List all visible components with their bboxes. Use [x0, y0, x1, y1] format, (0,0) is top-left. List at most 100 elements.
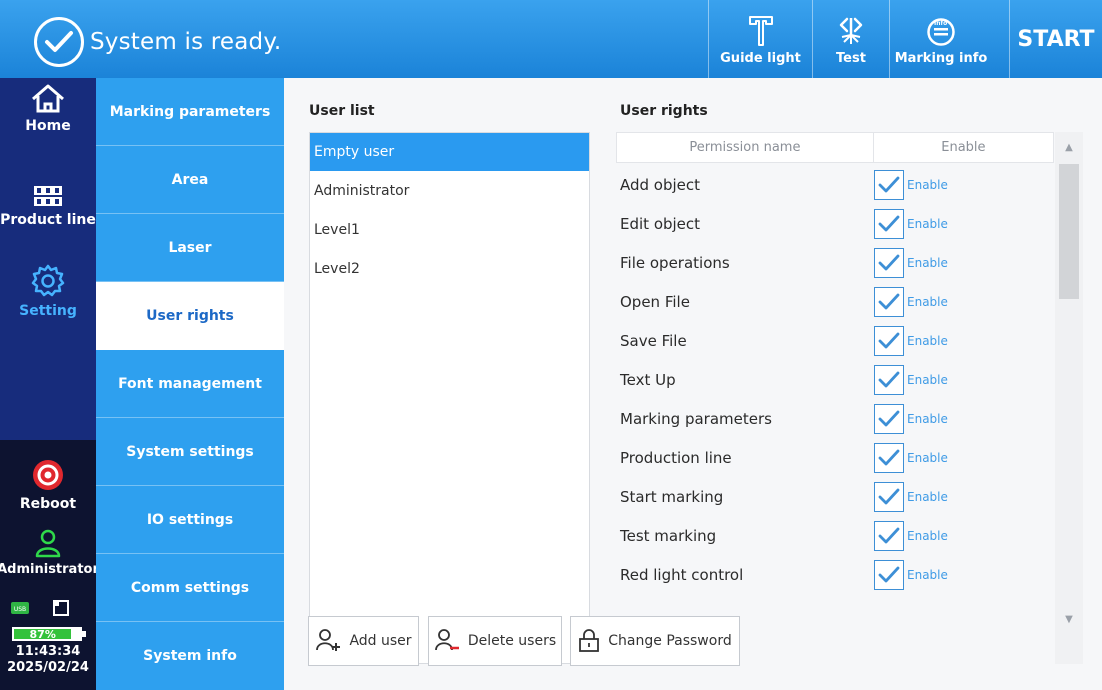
scroll-thumb[interactable] [1059, 164, 1079, 299]
permission-enable[interactable]: Enable [874, 364, 948, 395]
nav-home[interactable]: Home [0, 84, 96, 134]
menu-user-rights[interactable]: User rights [96, 282, 284, 350]
add-user-icon [316, 629, 341, 651]
home-icon [32, 84, 64, 113]
permission-name: Marking parameters [620, 409, 772, 428]
enable-label: Enable [907, 489, 948, 504]
permission-enable[interactable]: Enable [874, 403, 948, 434]
user-rights-panel: User list User rights Empty user Adminis… [284, 78, 1102, 690]
menu-system-settings[interactable]: System settings [96, 418, 284, 486]
current-user[interactable]: Administrator [0, 528, 99, 577]
enable-checkbox[interactable] [874, 208, 904, 239]
guide-light-icon [748, 16, 773, 46]
permission-enable[interactable]: Enable [874, 442, 948, 473]
enable-checkbox[interactable] [874, 403, 904, 434]
permission-name: Open File [620, 292, 690, 311]
checkmark-icon [878, 176, 900, 194]
battery-cap [82, 631, 86, 637]
permission-enable[interactable]: Enable [874, 247, 948, 278]
user-list-title: User list [309, 103, 375, 119]
permissions-table: Permission name Enable Add object Enable E… [616, 132, 1054, 664]
permission-row: Text Up Enable [616, 360, 1054, 399]
enable-label: Enable [907, 294, 948, 309]
enable-label: Enable [907, 216, 948, 231]
enable-checkbox[interactable] [874, 520, 904, 551]
permission-row: Start marking Enable [616, 477, 1054, 516]
nav-setting[interactable]: Setting [0, 263, 96, 319]
permission-row: Save File Enable [616, 321, 1054, 360]
permission-row: Production line Enable [616, 438, 1054, 477]
permission-name: Test marking [620, 526, 717, 545]
marking-info-button[interactable]: Marking info [890, 0, 992, 78]
enable-checkbox[interactable] [874, 481, 904, 512]
menu-comm-settings[interactable]: Comm settings [96, 554, 284, 622]
enable-label: Enable [907, 333, 948, 348]
add-user-button[interactable]: Add user [308, 616, 419, 666]
permission-name: Production line [620, 448, 732, 467]
enable-label: Enable [907, 255, 948, 270]
checkmark-icon [878, 449, 900, 467]
permissions-scrollbar[interactable]: ▲ ▼ [1055, 132, 1083, 664]
change-password-label: Change Password [608, 633, 732, 649]
add-user-label: Add user [349, 633, 412, 649]
permission-enable[interactable]: Enable [874, 286, 948, 317]
battery-indicator: 87% [12, 627, 82, 641]
permission-enable[interactable]: Enable [874, 559, 948, 590]
user-row[interactable]: Empty user [310, 133, 589, 171]
enable-checkbox[interactable] [874, 247, 904, 278]
menu-marking-parameters[interactable]: Marking parameters [96, 78, 284, 146]
scroll-up-arrow-icon[interactable]: ▲ [1055, 132, 1083, 162]
permission-enable[interactable]: Enable [874, 481, 948, 512]
product-line-icon [34, 186, 62, 206]
permission-name: Start marking [620, 487, 724, 506]
permission-row: Red light control Enable [616, 555, 1054, 594]
permission-name: Red light control [620, 565, 744, 584]
delete-users-button[interactable]: Delete users [428, 616, 562, 666]
user-icon [35, 529, 61, 558]
delete-user-icon [434, 629, 459, 651]
permission-enable[interactable]: Enable [874, 169, 948, 200]
enable-checkbox[interactable] [874, 364, 904, 395]
enable-checkbox[interactable] [874, 325, 904, 356]
test-label: Test [836, 51, 866, 66]
menu-system-info[interactable]: System info [96, 622, 284, 690]
user-row[interactable]: Level1 [310, 211, 589, 249]
col-permission-name: Permission name [617, 133, 874, 162]
guide-light-button[interactable]: Guide light [709, 0, 812, 78]
menu-font-management[interactable]: Font management [96, 350, 284, 418]
menu-io-settings[interactable]: IO settings [96, 486, 284, 554]
permission-row: Marking parameters Enable [616, 399, 1054, 438]
marking-info-label: Marking info [894, 51, 988, 66]
change-password-button[interactable]: Change Password [570, 616, 740, 666]
test-button[interactable]: Test [813, 0, 889, 78]
user-row[interactable]: Level2 [310, 250, 589, 288]
enable-checkbox[interactable] [874, 286, 904, 317]
permission-name: Add object [620, 175, 701, 194]
reboot-label: Reboot [19, 496, 77, 512]
checkmark-icon [878, 566, 900, 584]
reboot-button[interactable]: Reboot [0, 458, 96, 512]
scroll-down-arrow-icon[interactable]: ▼ [1055, 604, 1083, 634]
permission-row: Add object Enable [616, 165, 1054, 204]
menu-laser[interactable]: Laser [96, 214, 284, 282]
nav-home-label: Home [25, 118, 71, 134]
enable-checkbox[interactable] [874, 442, 904, 473]
top-bar: System is ready. Guide light Test Markin… [0, 0, 1102, 78]
enable-label: Enable [907, 528, 948, 543]
permission-enable[interactable]: Enable [874, 208, 948, 239]
start-button[interactable]: START [1010, 0, 1102, 78]
enable-checkbox[interactable] [874, 559, 904, 590]
enable-checkbox[interactable] [874, 169, 904, 200]
nav-product-line-label: Product line [0, 212, 96, 228]
permission-enable[interactable]: Enable [874, 325, 948, 356]
reboot-icon [33, 460, 63, 490]
system-status: System is ready. [34, 17, 281, 67]
menu-area[interactable]: Area [96, 146, 284, 214]
permission-enable[interactable]: Enable [874, 520, 948, 551]
checkmark-icon [878, 293, 900, 311]
user-row[interactable]: Administrator [310, 172, 589, 210]
permissions-header: Permission name Enable [616, 132, 1054, 163]
delete-users-label: Delete users [467, 633, 557, 649]
nav-product-line[interactable]: Product line [0, 184, 96, 228]
clock: 11:43:34 2025/02/24 [0, 644, 96, 676]
